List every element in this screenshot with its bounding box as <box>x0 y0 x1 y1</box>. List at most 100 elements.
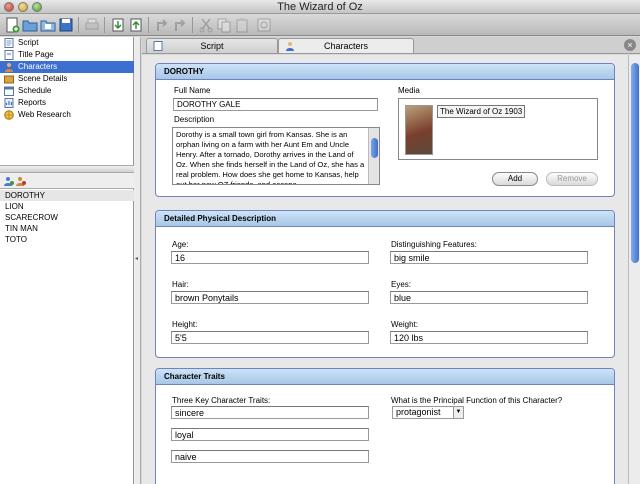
nav-item-label: Web Research <box>18 110 71 119</box>
nav-item-label: Title Page <box>18 50 54 59</box>
script-icon <box>4 38 14 48</box>
nav-item-label: Scene Details <box>18 74 68 83</box>
eyes-field[interactable]: blue <box>390 291 588 304</box>
nav-item-label: Characters <box>18 62 58 71</box>
key-traits-label: Three Key Character Traits: <box>172 396 271 405</box>
nav-item-characters[interactable]: Characters <box>0 61 134 73</box>
principal-function-value: protagonist <box>396 407 441 417</box>
toolbar-separator <box>192 17 193 33</box>
undo-icon[interactable] <box>154 17 170 33</box>
nav-item-title-page[interactable]: Title Page <box>0 49 134 61</box>
remove-media-button[interactable]: Remove <box>546 172 598 186</box>
trait-field-3[interactable]: naive <box>171 450 369 463</box>
tab-script[interactable]: Script <box>146 38 278 53</box>
characters-icon <box>5 63 13 72</box>
nav-item-label: Reports <box>18 98 47 107</box>
open-folder-icon[interactable] <box>22 17 38 33</box>
panel-header: Detailed Physical Description <box>156 211 614 227</box>
toolbar-separator <box>104 17 105 33</box>
redo-icon[interactable] <box>172 17 188 33</box>
description-field[interactable]: Dorothy is a small town girl from Kansas… <box>172 127 380 185</box>
weight-field[interactable]: 120 lbs <box>390 331 588 344</box>
description-scrollbar[interactable] <box>368 128 379 184</box>
new-document-icon[interactable] <box>4 17 20 33</box>
cut-icon[interactable] <box>198 17 214 33</box>
height-label: Height: <box>172 320 198 329</box>
media-thumbnail[interactable] <box>405 105 433 155</box>
title-page-icon <box>4 50 14 60</box>
export-icon[interactable] <box>110 17 126 33</box>
media-box[interactable]: The Wizard of Oz 1903 <box>398 98 598 160</box>
add-media-button[interactable]: Add <box>492 172 538 186</box>
tab-label: Script <box>200 41 224 51</box>
scrollbar-thumb[interactable] <box>631 63 639 263</box>
principal-function-select[interactable]: protagonist ▼ <box>392 406 464 419</box>
hair-label: Hair: <box>172 280 189 289</box>
left-pane: Script Title Page Characters Scene Detai… <box>0 37 134 484</box>
trait-field-1[interactable]: sincere <box>171 406 369 419</box>
panel-header: Character Traits <box>156 369 614 385</box>
scene-details-icon <box>4 75 14 84</box>
script-icon <box>153 41 163 51</box>
description-label: Description <box>174 115 215 124</box>
nav-item-web-research[interactable]: Web Research <box>0 109 134 121</box>
import-icon[interactable] <box>128 17 144 33</box>
toolbar-separator <box>148 17 149 33</box>
full-name-label: Full Name <box>174 86 211 95</box>
eyes-label: Eyes: <box>391 280 412 289</box>
weight-label: Weight: <box>391 320 418 329</box>
character-detail-area: DOROTHY Full Name DOROTHY GALE Descripti… <box>142 55 628 484</box>
nav-item-scene-details[interactable]: Scene Details <box>0 73 134 85</box>
distinguishing-features-field[interactable]: big smile <box>390 251 588 264</box>
copy-icon[interactable] <box>216 17 232 33</box>
schedule-icon <box>4 86 14 96</box>
tab-label: Characters <box>323 41 368 51</box>
open-file-icon[interactable] <box>40 17 56 33</box>
remove-character-icon[interactable] <box>16 176 26 186</box>
toolbar-separator <box>78 17 79 33</box>
nav-item-schedule[interactable]: Schedule <box>0 85 134 97</box>
character-list: DOROTHY LION SCARECROW TIN MAN TOTO <box>0 190 134 245</box>
toolbar <box>0 14 640 36</box>
characters-icon <box>286 42 294 51</box>
web-research-icon <box>4 110 14 120</box>
reports-icon <box>4 98 14 108</box>
nav-item-label: Schedule <box>18 86 52 95</box>
character-info-panel: DOROTHY Full Name DOROTHY GALE Descripti… <box>155 63 615 197</box>
nav-item-script[interactable]: Script <box>0 37 134 49</box>
character-list-item[interactable]: TIN MAN <box>0 223 134 234</box>
pane-splitter[interactable] <box>0 165 134 173</box>
principal-function-label: What is the Principal Function of this C… <box>391 396 563 405</box>
navigation-list: Script Title Page Characters Scene Detai… <box>0 37 134 127</box>
window-title: The Wizard of Oz <box>277 1 363 13</box>
title-bar: The Wizard of Oz <box>0 0 640 14</box>
tab-characters[interactable]: Characters <box>278 38 414 53</box>
nav-item-label: Script <box>18 38 39 47</box>
paste-icon[interactable] <box>234 17 250 33</box>
description-text: Dorothy is a small town girl from Kansas… <box>176 130 365 185</box>
height-field[interactable]: 5'5 <box>171 331 369 344</box>
character-list-item[interactable]: DOROTHY <box>0 190 134 201</box>
scrollbar-thumb[interactable] <box>371 138 378 158</box>
main-scrollbar[interactable] <box>628 55 640 484</box>
save-icon[interactable] <box>58 17 74 33</box>
print-icon[interactable] <box>84 17 100 33</box>
media-label: Media <box>398 86 420 95</box>
panel-header: DOROTHY <box>156 64 614 80</box>
character-traits-panel: Character Traits Three Key Character Tra… <box>155 368 615 484</box>
hair-field[interactable]: brown Ponytails <box>171 291 369 304</box>
character-list-toolbar <box>0 173 134 189</box>
age-label: Age: <box>172 240 189 249</box>
nav-item-reports[interactable]: Reports <box>0 97 134 109</box>
character-list-item[interactable]: LION <box>0 201 134 212</box>
divider-grip-icon: ◂ <box>135 256 139 262</box>
close-tab-icon[interactable]: × <box>624 39 636 51</box>
find-icon[interactable] <box>256 17 272 33</box>
trait-field-2[interactable]: loyal <box>171 428 369 441</box>
character-list-item[interactable]: SCARECROW <box>0 212 134 223</box>
split-view-divider[interactable]: ◂ <box>134 37 141 484</box>
add-character-icon[interactable] <box>4 176 14 186</box>
full-name-field[interactable]: DOROTHY GALE <box>173 98 378 111</box>
character-list-item[interactable]: TOTO <box>0 234 134 245</box>
age-field[interactable]: 16 <box>171 251 369 264</box>
